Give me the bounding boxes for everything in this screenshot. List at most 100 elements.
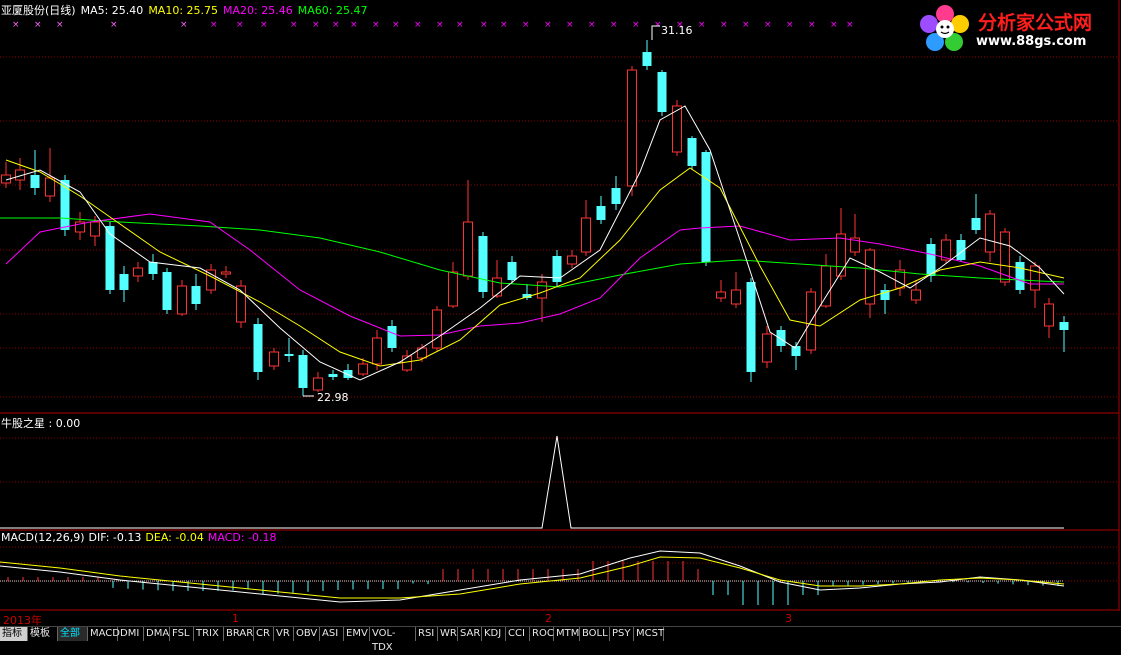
signal-marker: × xyxy=(372,20,380,30)
tab-cci[interactable]: CCI xyxy=(506,627,530,641)
candle-up xyxy=(221,266,231,278)
candle-down xyxy=(880,284,890,314)
candle-body xyxy=(343,370,353,378)
signal-marker: × xyxy=(500,20,508,30)
candle-up xyxy=(206,264,216,294)
candle-body xyxy=(791,346,801,356)
candle-up xyxy=(836,208,846,280)
candle-down xyxy=(611,176,621,210)
logo-url-text: www.88gs.com xyxy=(976,34,1087,49)
candle-up xyxy=(731,272,741,308)
tab-vol-tdx[interactable]: VOL-TDX xyxy=(370,627,416,653)
candle-up xyxy=(313,372,323,392)
signal-marker: × xyxy=(414,20,422,30)
candle-body xyxy=(657,72,667,112)
signal-marker: × xyxy=(180,20,188,30)
high-price-label: 31.16 xyxy=(661,24,693,37)
candle-body xyxy=(45,177,55,197)
candle-up xyxy=(941,234,951,264)
signal-marker: × xyxy=(290,20,298,30)
flower-logo-icon xyxy=(920,5,969,51)
tab-macd[interactable]: MACD xyxy=(88,627,120,641)
candle-body xyxy=(133,267,143,277)
candle-down xyxy=(956,234,966,262)
ma5-value: MA5: 25.40 xyxy=(80,4,144,17)
candle-up xyxy=(1044,298,1054,338)
candle-up xyxy=(567,250,577,268)
signal-marker: × xyxy=(236,20,244,30)
signal-marker: × xyxy=(742,20,750,30)
candle-body xyxy=(328,374,338,377)
candle-body xyxy=(30,175,40,188)
ma5-line xyxy=(5,105,1065,381)
candle-body xyxy=(402,355,412,371)
candle-body xyxy=(596,206,606,220)
candle-body xyxy=(148,262,158,274)
candle-body xyxy=(463,221,473,277)
candle-down xyxy=(687,136,697,170)
tab-roc[interactable]: ROC xyxy=(530,627,554,641)
tab-rsi[interactable]: RSI xyxy=(416,627,438,641)
candle-body xyxy=(642,52,652,66)
ma20-value: MA20: 25.46 xyxy=(223,4,293,17)
candle-up xyxy=(236,280,246,328)
tab-emv[interactable]: EMV xyxy=(344,627,370,641)
tab-sar[interactable]: SAR xyxy=(458,627,482,641)
candle-body xyxy=(985,213,995,253)
signal-marker: × xyxy=(764,20,772,30)
signal-marker: × xyxy=(588,20,596,30)
signal-marker: × xyxy=(34,20,42,30)
signal-marker: × xyxy=(456,20,464,30)
candle-up xyxy=(821,254,831,308)
candle-down xyxy=(1015,256,1025,294)
candle-body xyxy=(284,354,294,356)
signal-marker: × xyxy=(808,20,816,30)
tab-asi[interactable]: ASI xyxy=(320,627,344,641)
stock-chart[interactable]: × × × × × × × × × × × × × × × × × × × × × × × × × × × × × × × × × × × xyxy=(0,0,1121,611)
tab-cr[interactable]: CR xyxy=(254,627,274,641)
candle-body xyxy=(298,355,308,388)
tab-boll[interactable]: BOLL xyxy=(580,627,610,641)
candle-up xyxy=(1,162,11,188)
time-label-jan: 1 xyxy=(232,612,239,625)
candle-body xyxy=(611,188,621,204)
tab-fsl[interactable]: FSL xyxy=(170,627,194,641)
candle-body xyxy=(911,289,921,301)
signal-marker: × xyxy=(610,20,618,30)
tab-template[interactable]: 模板 xyxy=(28,627,58,641)
tab-brar[interactable]: BRAR xyxy=(224,627,254,641)
candle-body xyxy=(731,289,741,305)
candle-up xyxy=(75,212,85,240)
tab-mcst[interactable]: MCST xyxy=(634,627,664,641)
tab-psy[interactable]: PSY xyxy=(610,627,634,641)
signal-marker: × xyxy=(110,20,118,30)
candle-down xyxy=(148,254,158,280)
tab-dmi[interactable]: DMI xyxy=(118,627,144,641)
tab-wr[interactable]: WR xyxy=(438,627,458,641)
tab-vr[interactable]: VR xyxy=(274,627,294,641)
macd-value: MACD: -0.18 xyxy=(207,531,277,544)
tab-all[interactable]: 全部 xyxy=(58,627,88,641)
tab-indicator[interactable]: 指标 xyxy=(0,627,28,641)
signal-marker: × xyxy=(544,20,552,30)
candle-down xyxy=(253,318,263,380)
candle-down xyxy=(387,320,397,352)
dif-line xyxy=(0,550,1065,603)
time-label-mar: 3 xyxy=(785,612,792,625)
tab-kdj[interactable]: KDJ xyxy=(482,627,506,641)
macd-legend: MACD(12,26,9) DIF: -0.13 DEA: -0.04 MACD: -… xyxy=(1,531,276,545)
candle-body xyxy=(716,291,726,299)
candle-body xyxy=(1015,262,1025,290)
tab-dma[interactable]: DMA xyxy=(144,627,170,641)
candle-down xyxy=(701,150,711,266)
signal-marker: × xyxy=(436,20,444,30)
tab-obv[interactable]: OBV xyxy=(294,627,320,641)
candle-body xyxy=(1030,265,1040,291)
signal-marker: × xyxy=(566,20,574,30)
ma10-line xyxy=(5,159,1065,367)
tab-trix[interactable]: TRIX xyxy=(194,627,224,641)
stock-name: 亚厦股份(日线) xyxy=(1,4,76,17)
candle-down xyxy=(746,278,756,382)
signal-marker: × xyxy=(12,20,20,30)
tab-mtm[interactable]: MTM xyxy=(554,627,580,641)
